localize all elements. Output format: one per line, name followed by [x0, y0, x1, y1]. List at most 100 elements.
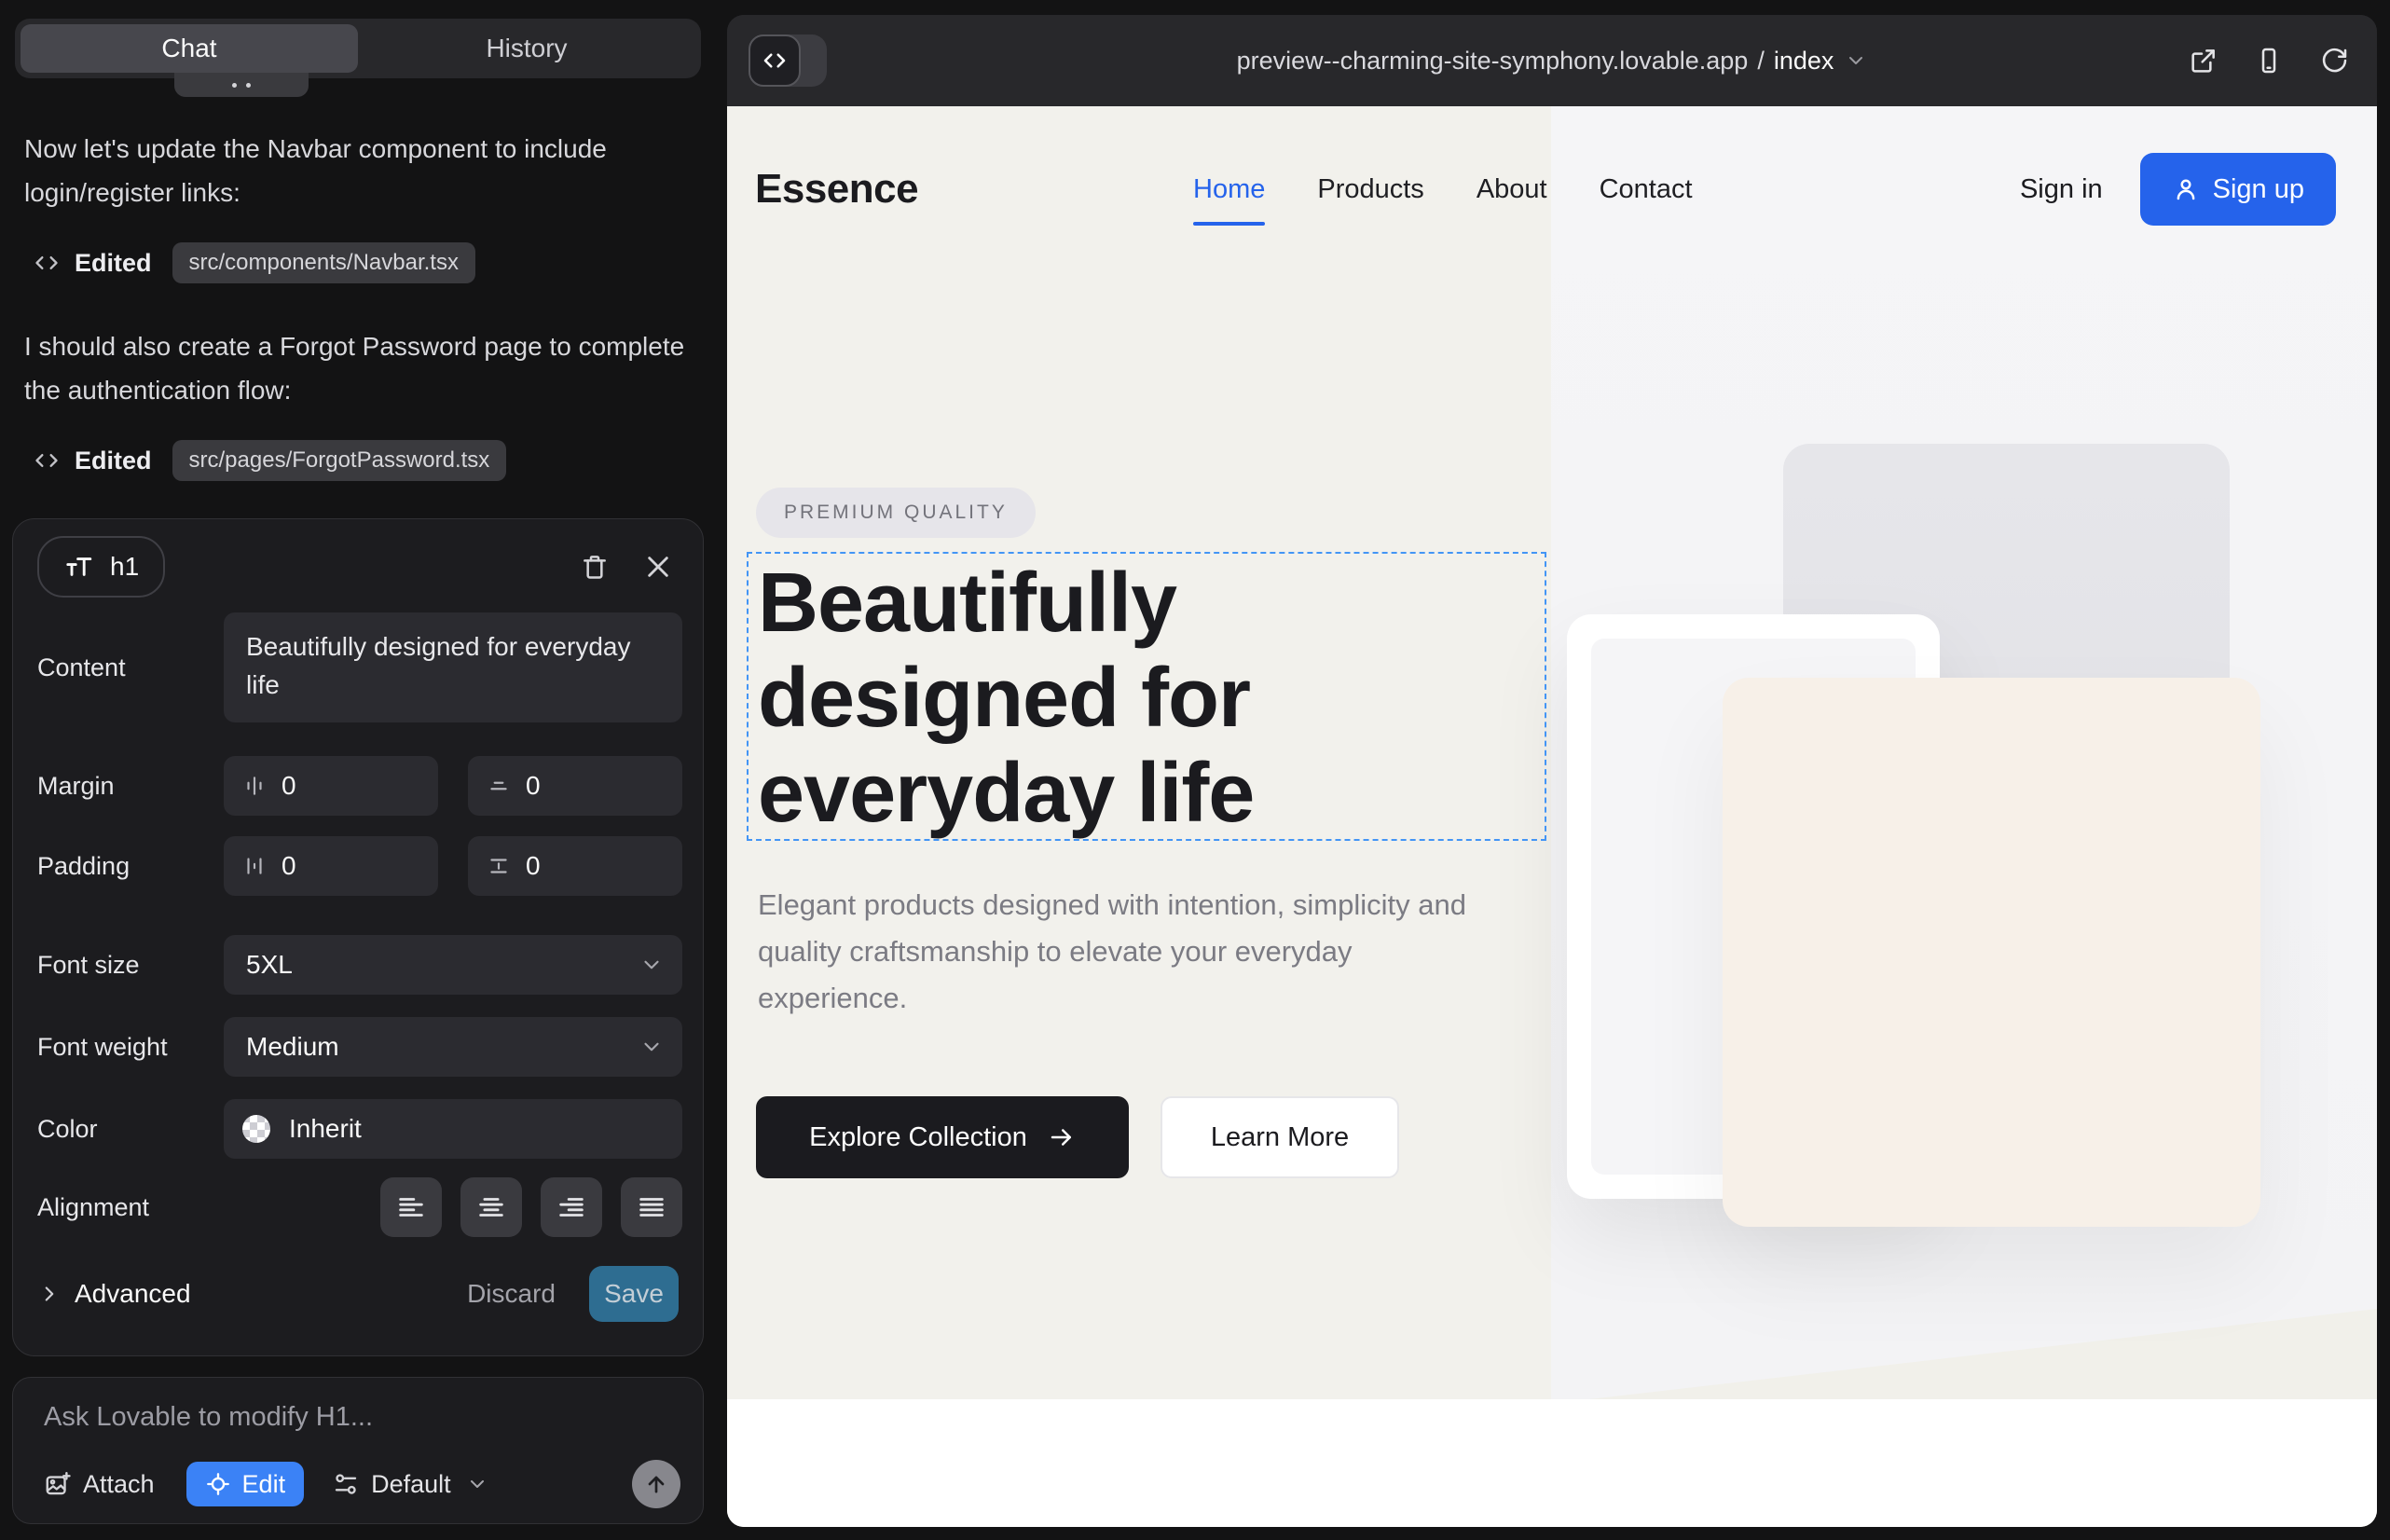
content-row: Content Beautifully designed for everyda…	[37, 612, 682, 722]
align-justify-button[interactable]	[621, 1177, 682, 1237]
color-select[interactable]: Inherit	[224, 1099, 682, 1159]
margin-x-value: 0	[282, 771, 296, 801]
hero-cta-row: Explore Collection Learn More	[756, 1096, 1399, 1178]
tab-history[interactable]: History	[358, 24, 695, 73]
edited-file-row[interactable]: Edited src/pages/ForgotPassword.tsx	[34, 440, 690, 481]
save-button[interactable]: Save	[589, 1266, 679, 1322]
code-icon	[34, 447, 60, 474]
dot	[246, 83, 251, 88]
margin-row: Margin 0 0	[37, 756, 682, 816]
hero-heading[interactable]: Beautifully designed for everyday life	[758, 556, 1429, 841]
font-size-row: Font size 5XL	[37, 935, 682, 995]
nav-home[interactable]: Home	[1193, 174, 1265, 205]
nav-about[interactable]: About	[1477, 174, 1547, 205]
alignment-label: Alignment	[37, 1193, 224, 1222]
selected-element-pill[interactable]: h1	[37, 536, 165, 598]
chat-composer: Ask Lovable to modify H1... Attach Edit	[12, 1377, 704, 1524]
chat-message-list: Now let's update the Navbar component to…	[24, 127, 690, 522]
content-input[interactable]: Beautifully designed for everyday life	[224, 612, 682, 722]
advanced-label: Advanced	[75, 1279, 191, 1309]
delete-element-button[interactable]	[574, 546, 615, 587]
url-page: index	[1774, 47, 1834, 76]
chevron-down-icon	[639, 953, 664, 977]
align-right-button[interactable]	[541, 1177, 602, 1237]
mobile-view-button[interactable]	[2254, 46, 2284, 76]
font-size-select[interactable]: 5XL	[224, 935, 682, 995]
nav-products[interactable]: Products	[1317, 174, 1423, 205]
learn-more-button[interactable]: Learn More	[1161, 1096, 1399, 1178]
section-below-hero	[727, 1399, 2377, 1527]
margin-y-value: 0	[526, 771, 541, 801]
composer-input[interactable]: Ask Lovable to modify H1...	[44, 1402, 373, 1433]
refresh-button[interactable]	[2319, 46, 2349, 76]
trash-icon	[580, 552, 610, 582]
file-chip[interactable]: src/pages/ForgotPassword.tsx	[172, 440, 507, 481]
padding-vertical-icon	[487, 854, 511, 878]
chevron-right-icon	[37, 1282, 62, 1306]
close-editor-button[interactable]	[638, 546, 679, 587]
align-center-button[interactable]	[460, 1177, 522, 1237]
sign-up-button[interactable]: Sign up	[2140, 153, 2336, 226]
sign-up-label: Sign up	[2213, 174, 2304, 205]
site-logo[interactable]: Essence	[755, 166, 918, 213]
padding-label: Padding	[37, 852, 224, 881]
edited-label: Edited	[75, 447, 152, 475]
close-icon	[643, 552, 673, 582]
discard-button[interactable]: Discard	[467, 1279, 556, 1309]
edit-mode-button[interactable]: Edit	[186, 1462, 305, 1506]
padding-y-input[interactable]: 0	[468, 836, 682, 896]
font-size-value: 5XL	[246, 950, 293, 980]
attach-button[interactable]: Attach	[44, 1470, 155, 1499]
tab-chat[interactable]: Chat	[21, 24, 358, 73]
edited-file-row[interactable]: Edited src/components/Navbar.tsx	[34, 242, 690, 283]
sliders-icon	[332, 1470, 360, 1498]
margin-vertical-icon	[487, 774, 511, 798]
font-weight-value: Medium	[246, 1032, 339, 1062]
chevron-down-icon	[1845, 49, 1867, 72]
padding-x-value: 0	[282, 851, 296, 881]
font-weight-select[interactable]: Medium	[224, 1017, 682, 1077]
external-link-icon	[2189, 46, 2218, 76]
attach-label: Attach	[83, 1470, 155, 1499]
editor-header: h1	[37, 536, 679, 598]
chevron-down-icon	[639, 1035, 664, 1059]
sign-in-button[interactable]: Sign in	[2020, 174, 2103, 205]
send-button[interactable]	[632, 1460, 680, 1508]
smartphone-icon	[2254, 46, 2284, 76]
preview-browser-bar: preview--charming-site-symphony.lovable.…	[727, 15, 2377, 106]
margin-horizontal-icon	[242, 774, 267, 798]
type-icon	[63, 553, 97, 581]
hero-paragraph: Elegant products designed with intention…	[758, 882, 1504, 1022]
hero-badge: PREMIUM QUALITY	[756, 488, 1036, 538]
margin-label: Margin	[37, 772, 224, 801]
chevron-down-icon	[466, 1473, 488, 1495]
selected-element-outline[interactable]: Beautifully designed for everyday life	[747, 552, 1546, 841]
color-swatch	[242, 1115, 270, 1143]
mode-select[interactable]: Default	[332, 1470, 488, 1499]
composer-toolbar: Attach Edit Default	[44, 1460, 680, 1508]
url-breadcrumb[interactable]: preview--charming-site-symphony.lovable.…	[727, 15, 2377, 106]
edited-label: Edited	[75, 249, 152, 278]
chat-message: Now let's update the Navbar component to…	[24, 127, 690, 214]
alignment-row: Alignment	[37, 1177, 682, 1237]
align-left-button[interactable]	[380, 1177, 442, 1237]
url-separator: /	[1757, 47, 1765, 76]
editor-footer: Advanced Discard Save	[37, 1265, 679, 1323]
file-chip[interactable]: src/components/Navbar.tsx	[172, 242, 475, 283]
nav-contact[interactable]: Contact	[1600, 174, 1693, 205]
content-label: Content	[37, 653, 224, 682]
explore-collection-button[interactable]: Explore Collection	[756, 1096, 1129, 1178]
app-window: Chat History Now let's update the Navbar…	[0, 0, 2390, 1540]
margin-y-input[interactable]: 0	[468, 756, 682, 816]
mode-label: Default	[371, 1470, 451, 1499]
color-label: Color	[37, 1115, 224, 1144]
user-icon	[2172, 175, 2200, 203]
margin-x-input[interactable]: 0	[224, 756, 438, 816]
chat-message: I should also create a Forgot Password p…	[24, 324, 690, 412]
dot	[232, 83, 237, 88]
advanced-toggle[interactable]: Advanced	[37, 1279, 191, 1309]
open-external-button[interactable]	[2189, 46, 2218, 76]
sidebar: Chat History Now let's update the Navbar…	[0, 0, 722, 1540]
decorative-card-beige	[1723, 678, 2260, 1227]
padding-x-input[interactable]: 0	[224, 836, 438, 896]
